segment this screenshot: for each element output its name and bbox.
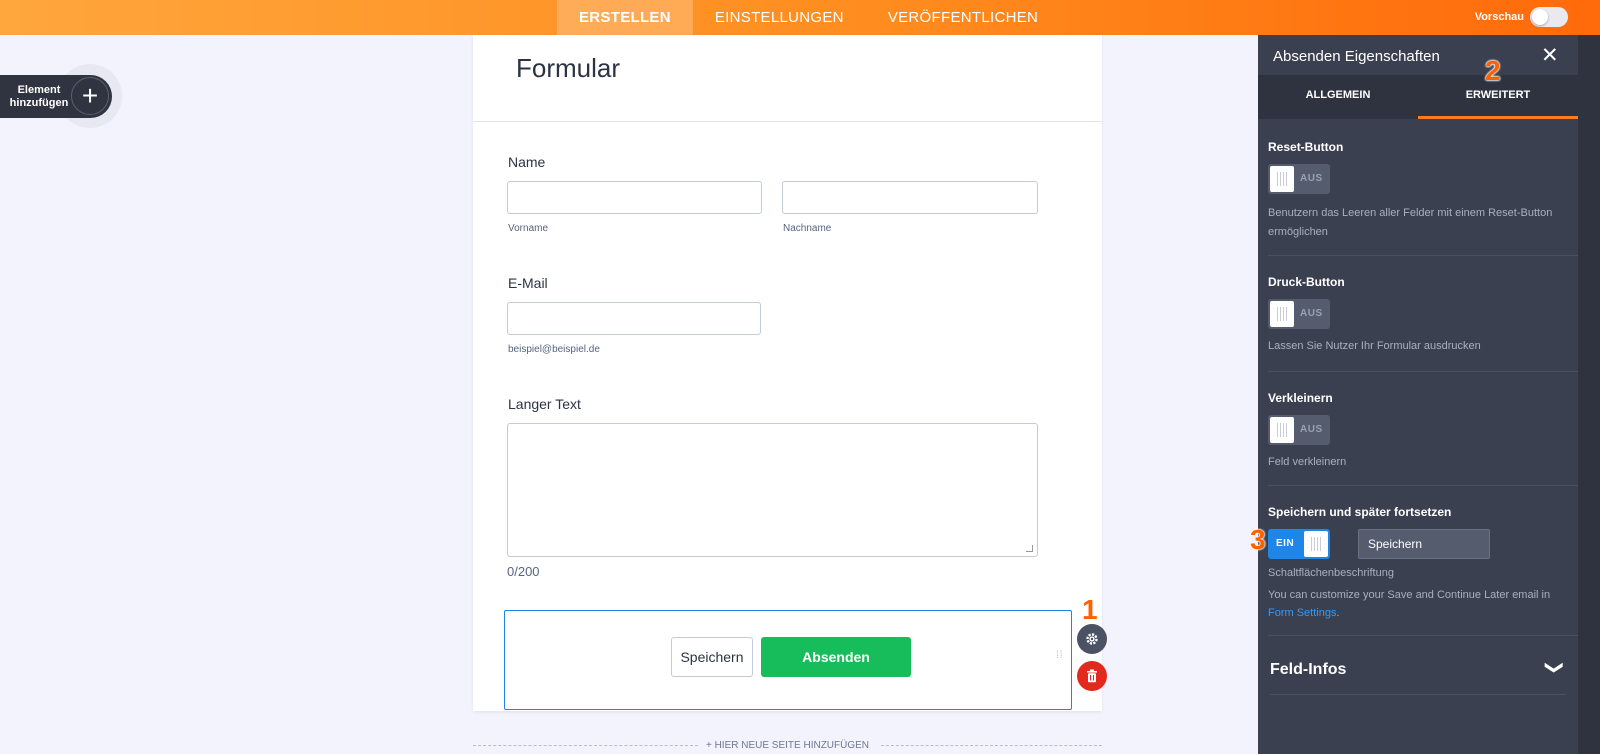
- annotation-badge-3: 3: [1250, 524, 1266, 555]
- save-later-title: Speichern und später fortsetzen: [1268, 505, 1452, 519]
- toggle-knob: [1270, 417, 1294, 443]
- divider: [1268, 635, 1578, 636]
- email-input[interactable]: [507, 302, 761, 335]
- divider: [1268, 255, 1578, 256]
- preview-label: Vorschau: [1474, 11, 1524, 23]
- drag-handle-icon[interactable]: ⁞⁞: [1056, 651, 1066, 671]
- form-settings-link[interactable]: Form Settings: [1268, 607, 1336, 619]
- save-later-note-text: You can customize your Save and Continue…: [1268, 589, 1551, 601]
- trash-icon-svg: [1087, 669, 1097, 683]
- form-canvas: Formular Name Vorname Nachname E-Mail be…: [473, 35, 1102, 711]
- shrink-desc: Feld verkleinern: [1268, 456, 1347, 468]
- resize-handle-icon[interactable]: [1026, 545, 1033, 552]
- toggle-knob: [1270, 301, 1294, 327]
- panel-header: Absenden Eigenschaften ✕: [1258, 35, 1578, 75]
- first-name-input[interactable]: [507, 181, 762, 214]
- toggle-state-label: AUS: [1300, 424, 1323, 435]
- char-counter: 0/200: [507, 564, 540, 579]
- add-new-page[interactable]: + HIER NEUE SEITE HINZUFÜGEN: [473, 740, 1102, 754]
- divider: [1268, 371, 1578, 372]
- submit-button[interactable]: Absenden: [761, 637, 911, 677]
- form-header-divider: [473, 121, 1102, 122]
- toggle-knob: [1304, 531, 1328, 557]
- preview-control: Vorschau: [1475, 7, 1568, 27]
- toggle-state-label: AUS: [1300, 308, 1323, 319]
- toggle-state-label: EIN: [1276, 538, 1295, 549]
- close-icon[interactable]: ✕: [1541, 43, 1559, 68]
- preview-toggle[interactable]: [1530, 7, 1568, 27]
- divider: [1268, 485, 1578, 486]
- save-button[interactable]: Speichern: [671, 637, 753, 677]
- long-text-label[interactable]: Langer Text: [508, 396, 581, 412]
- long-text-textarea[interactable]: [507, 423, 1038, 557]
- annotation-badge-1: 1: [1082, 594, 1098, 625]
- last-name-sublabel: Nachname: [783, 223, 832, 234]
- add-element-label-line1: Element: [17, 83, 61, 96]
- panel-tabs: ALLGEMEIN ERWEITERT: [1258, 75, 1578, 119]
- top-nav: ERSTELLEN EINSTELLUNGEN VERÖFFENTLICHEN: [557, 0, 1060, 35]
- print-button-desc: Lassen Sie Nutzer Ihr Formular ausdrucke…: [1268, 340, 1481, 352]
- name-label[interactable]: Name: [508, 154, 545, 170]
- form-title[interactable]: Formular: [516, 53, 620, 84]
- shrink-title: Verkleinern: [1268, 391, 1333, 405]
- email-sublabel: beispiel@beispiel.de: [508, 344, 600, 355]
- tab-einstellungen[interactable]: EINSTELLUNGEN: [693, 0, 866, 35]
- properties-panel: Absenden Eigenschaften ✕ ALLGEMEIN ERWEI…: [1250, 35, 1600, 754]
- add-new-page-label[interactable]: + HIER NEUE SEITE HINZUFÜGEN: [473, 740, 1102, 751]
- submit-field-selected[interactable]: Speichern Absenden: [504, 610, 1072, 710]
- email-label[interactable]: E-Mail: [508, 275, 548, 291]
- gear-icon-svg: [1086, 633, 1098, 645]
- print-button-toggle[interactable]: AUS: [1268, 299, 1330, 329]
- reset-button-title: Reset-Button: [1268, 140, 1344, 154]
- tab-erstellen[interactable]: ERSTELLEN: [557, 0, 693, 35]
- save-later-note-end: .: [1336, 607, 1340, 619]
- toggle-state-label: AUS: [1300, 173, 1323, 184]
- add-element-button[interactable]: Element hinzufügen +: [0, 75, 112, 118]
- annotation-badge-2: 2: [1485, 55, 1501, 86]
- field-info-section[interactable]: Feld-Infos ❯: [1270, 648, 1566, 695]
- preview-toggle-knob: [1532, 9, 1548, 25]
- reset-button-toggle[interactable]: AUS: [1268, 164, 1330, 194]
- chevron-down-icon[interactable]: ❯: [1544, 660, 1565, 675]
- save-button-text-input[interactable]: Speichern: [1358, 529, 1490, 559]
- add-element-label: Element hinzufügen: [0, 84, 78, 110]
- add-element-label-line2: hinzufügen: [9, 96, 69, 109]
- top-bar: ERSTELLEN EINSTELLUNGEN VERÖFFENTLICHEN …: [0, 0, 1600, 35]
- add-element-widget: Element hinzufügen +: [0, 64, 122, 130]
- first-name-sublabel: Vorname: [508, 223, 549, 234]
- save-later-caption: Schaltflächenbeschriftung: [1268, 567, 1394, 579]
- panel-title: Absenden Eigenschaften: [1273, 48, 1440, 65]
- save-later-note: You can customize your Save and Continue…: [1268, 586, 1568, 622]
- gear-icon[interactable]: [1077, 624, 1107, 654]
- field-info-title: Feld-Infos: [1270, 661, 1347, 678]
- save-later-toggle[interactable]: EIN: [1268, 529, 1330, 559]
- print-button-title: Druck-Button: [1268, 275, 1345, 289]
- reset-button-desc: Benutzern das Leeren aller Felder mit ei…: [1268, 207, 1553, 238]
- last-name-input[interactable]: [782, 181, 1038, 214]
- trash-icon[interactable]: [1077, 661, 1107, 691]
- shrink-toggle[interactable]: AUS: [1268, 415, 1330, 445]
- tab-veroeffentlichen[interactable]: VERÖFFENTLICHEN: [866, 0, 1060, 35]
- panel-edge: [1578, 35, 1600, 754]
- toggle-knob: [1270, 166, 1294, 192]
- plus-icon[interactable]: +: [71, 77, 109, 115]
- tab-allgemein[interactable]: ALLGEMEIN: [1258, 75, 1418, 119]
